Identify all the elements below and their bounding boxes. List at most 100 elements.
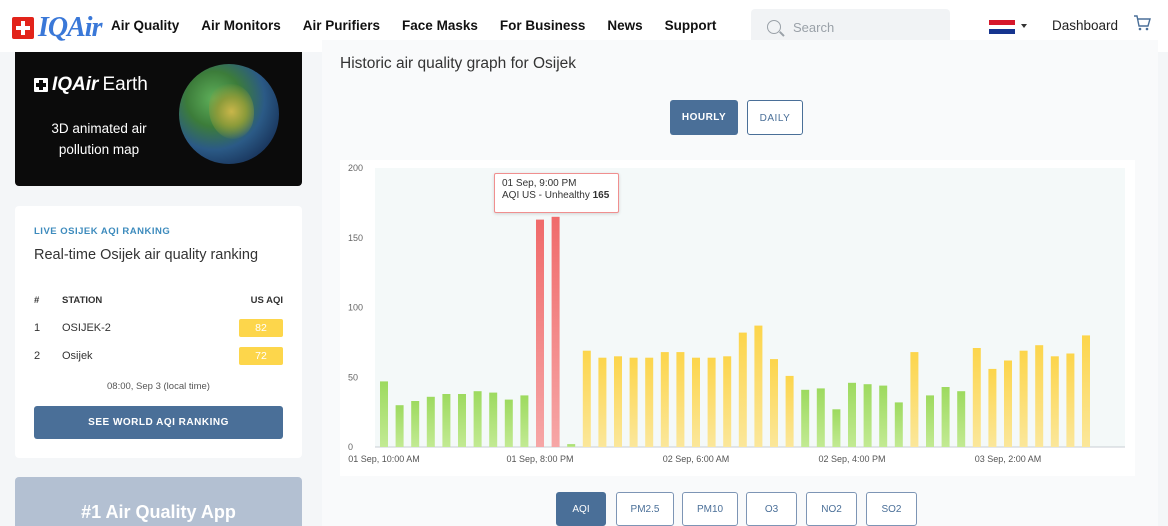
chart-bar[interactable]	[738, 332, 747, 447]
chart-bar[interactable]	[941, 387, 950, 447]
nav-air-monitors[interactable]: Air Monitors	[201, 18, 281, 33]
chart-bar[interactable]	[754, 325, 763, 447]
chart-bar[interactable]	[1004, 360, 1012, 448]
tooltip-label: AQI US - Unhealthy	[502, 190, 590, 201]
row-num: 2	[34, 350, 41, 362]
swiss-cross-icon	[12, 17, 34, 39]
pollutant-tab-pm25[interactable]: PM2.5	[616, 492, 674, 526]
header-aqi: US AQI	[250, 295, 283, 306]
iqair-logo[interactable]: IQAir	[12, 12, 102, 44]
ranking-row[interactable]: 1 OSIJEK-2 82	[34, 319, 283, 340]
chart-bar[interactable]	[1035, 345, 1044, 447]
aqi-bar-chart[interactable]: 0 50 100 150 200 01 Sep, 10:00 AM 01 Sep, 8:00…	[340, 160, 1135, 476]
chart-bar[interactable]	[723, 356, 732, 447]
pollutant-tab-pm10[interactable]: PM10	[682, 492, 738, 526]
chart-heading: Historic air quality graph for Osijek	[340, 55, 577, 72]
chart-bar[interactable]	[504, 399, 513, 447]
nav-news[interactable]: News	[607, 18, 642, 33]
chart-bar[interactable]	[707, 357, 716, 447]
y-tick-label: 150	[348, 233, 363, 243]
chart-bar[interactable]	[567, 444, 576, 447]
chart-bar[interactable]	[1082, 335, 1090, 447]
aqi-badge: 72	[239, 347, 283, 365]
chart-bar[interactable]	[426, 396, 435, 447]
see-world-ranking-button[interactable]: SEE WORLD AQI RANKING	[34, 406, 283, 439]
row-station[interactable]: OSIJEK-2	[62, 322, 111, 334]
nav-air-purifiers[interactable]: Air Purifiers	[303, 18, 380, 33]
chart-bar[interactable]	[1050, 356, 1059, 447]
chart-bar[interactable]	[473, 391, 482, 447]
x-tick-label: 02 Sep, 4:00 PM	[818, 454, 885, 464]
chart-bar[interactable]	[629, 357, 638, 447]
chart-bar[interactable]	[770, 359, 778, 447]
chart-bar[interactable]	[1019, 350, 1028, 447]
chart-bar[interactable]	[676, 352, 685, 447]
chart-bar[interactable]	[785, 375, 794, 447]
nav-for-business[interactable]: For Business	[500, 18, 586, 33]
chart-bar[interactable]	[801, 389, 810, 447]
earth-description: 3D animated air pollution map	[51, 121, 147, 157]
y-tick-label: 200	[348, 163, 363, 173]
nav-links: Air Quality Air Monitors Air Purifiers F…	[111, 18, 738, 33]
x-tick-label: 02 Sep, 6:00 AM	[663, 454, 730, 464]
chart-bar[interactable]	[411, 401, 420, 447]
chevron-down-icon[interactable]	[1021, 24, 1027, 28]
chart-bar[interactable]	[536, 219, 544, 447]
chart-bar[interactable]	[816, 388, 825, 447]
app-promo-card[interactable]: #1 Air Quality App	[15, 477, 302, 526]
chart-bar[interactable]	[910, 352, 919, 447]
app-promo-title: #1 Air Quality App	[81, 502, 236, 522]
header-num: #	[34, 295, 40, 306]
chart-bar[interactable]	[957, 391, 966, 447]
chart-bar[interactable]	[1066, 353, 1075, 448]
chart-bar[interactable]	[988, 368, 997, 447]
chart-bar[interactable]	[692, 357, 700, 447]
chart-bar[interactable]	[863, 384, 872, 447]
nav-air-quality[interactable]: Air Quality	[111, 18, 179, 33]
nav-face-masks[interactable]: Face Masks	[402, 18, 478, 33]
x-tick-label: 01 Sep, 10:00 AM	[348, 454, 420, 464]
chart-bar[interactable]	[380, 381, 388, 447]
search-icon	[767, 20, 781, 34]
ranking-title: Real-time Osijek air quality ranking	[34, 247, 259, 263]
chart-bar[interactable]	[582, 350, 591, 447]
chart-tooltip: 01 Sep, 9:00 PM AQI US - Unhealthy 165	[494, 173, 619, 213]
ranking-timestamp: 08:00, Sep 3 (local time)	[107, 381, 210, 392]
logo-text: IQAir	[38, 12, 102, 43]
chart-bar[interactable]	[520, 395, 529, 447]
earth-brand-name: IQAir	[52, 74, 99, 95]
pollutant-tab-no2[interactable]: NO2	[806, 492, 857, 526]
hourly-toggle-button[interactable]: HOURLY	[670, 100, 738, 135]
swiss-cross-icon	[34, 78, 48, 92]
chart-bar[interactable]	[614, 356, 622, 447]
daily-toggle-button[interactable]: DAILY	[747, 100, 803, 135]
plot-area	[375, 168, 1125, 447]
cart-icon[interactable]	[1133, 15, 1151, 31]
chart-bar[interactable]	[489, 392, 498, 447]
pollutant-tab-so2[interactable]: SO2	[866, 492, 917, 526]
y-tick-label: 0	[348, 442, 353, 452]
ranking-row[interactable]: 2 Osijek 72	[34, 347, 283, 368]
chart-bar[interactable]	[926, 395, 934, 447]
chart-bar[interactable]	[894, 402, 903, 447]
chart-bar[interactable]	[645, 357, 654, 447]
chart-bar[interactable]	[879, 385, 888, 447]
globe-icon	[179, 64, 279, 164]
croatia-flag-icon[interactable]	[989, 20, 1015, 35]
chart-bar[interactable]	[551, 216, 560, 447]
dashboard-link[interactable]: Dashboard	[1052, 18, 1118, 33]
chart-bar[interactable]	[660, 352, 669, 447]
pollutant-tab-aqi[interactable]: AQI	[556, 492, 606, 526]
chart-bar[interactable]	[832, 409, 841, 447]
aqi-ranking-card: LIVE OSIJEK AQI RANKING Real-time Osijek…	[15, 206, 302, 458]
chart-bar[interactable]	[598, 357, 607, 447]
chart-bar[interactable]	[458, 394, 466, 447]
nav-support[interactable]: Support	[665, 18, 717, 33]
pollutant-tab-o3[interactable]: O3	[746, 492, 797, 526]
chart-bar[interactable]	[972, 348, 981, 447]
iqair-earth-banner[interactable]: IQAir Earth 3D animated air pollution ma…	[15, 52, 302, 186]
chart-bar[interactable]	[848, 382, 856, 447]
chart-bar[interactable]	[395, 405, 404, 447]
row-station[interactable]: Osijek	[62, 350, 93, 362]
chart-bar[interactable]	[442, 394, 451, 447]
